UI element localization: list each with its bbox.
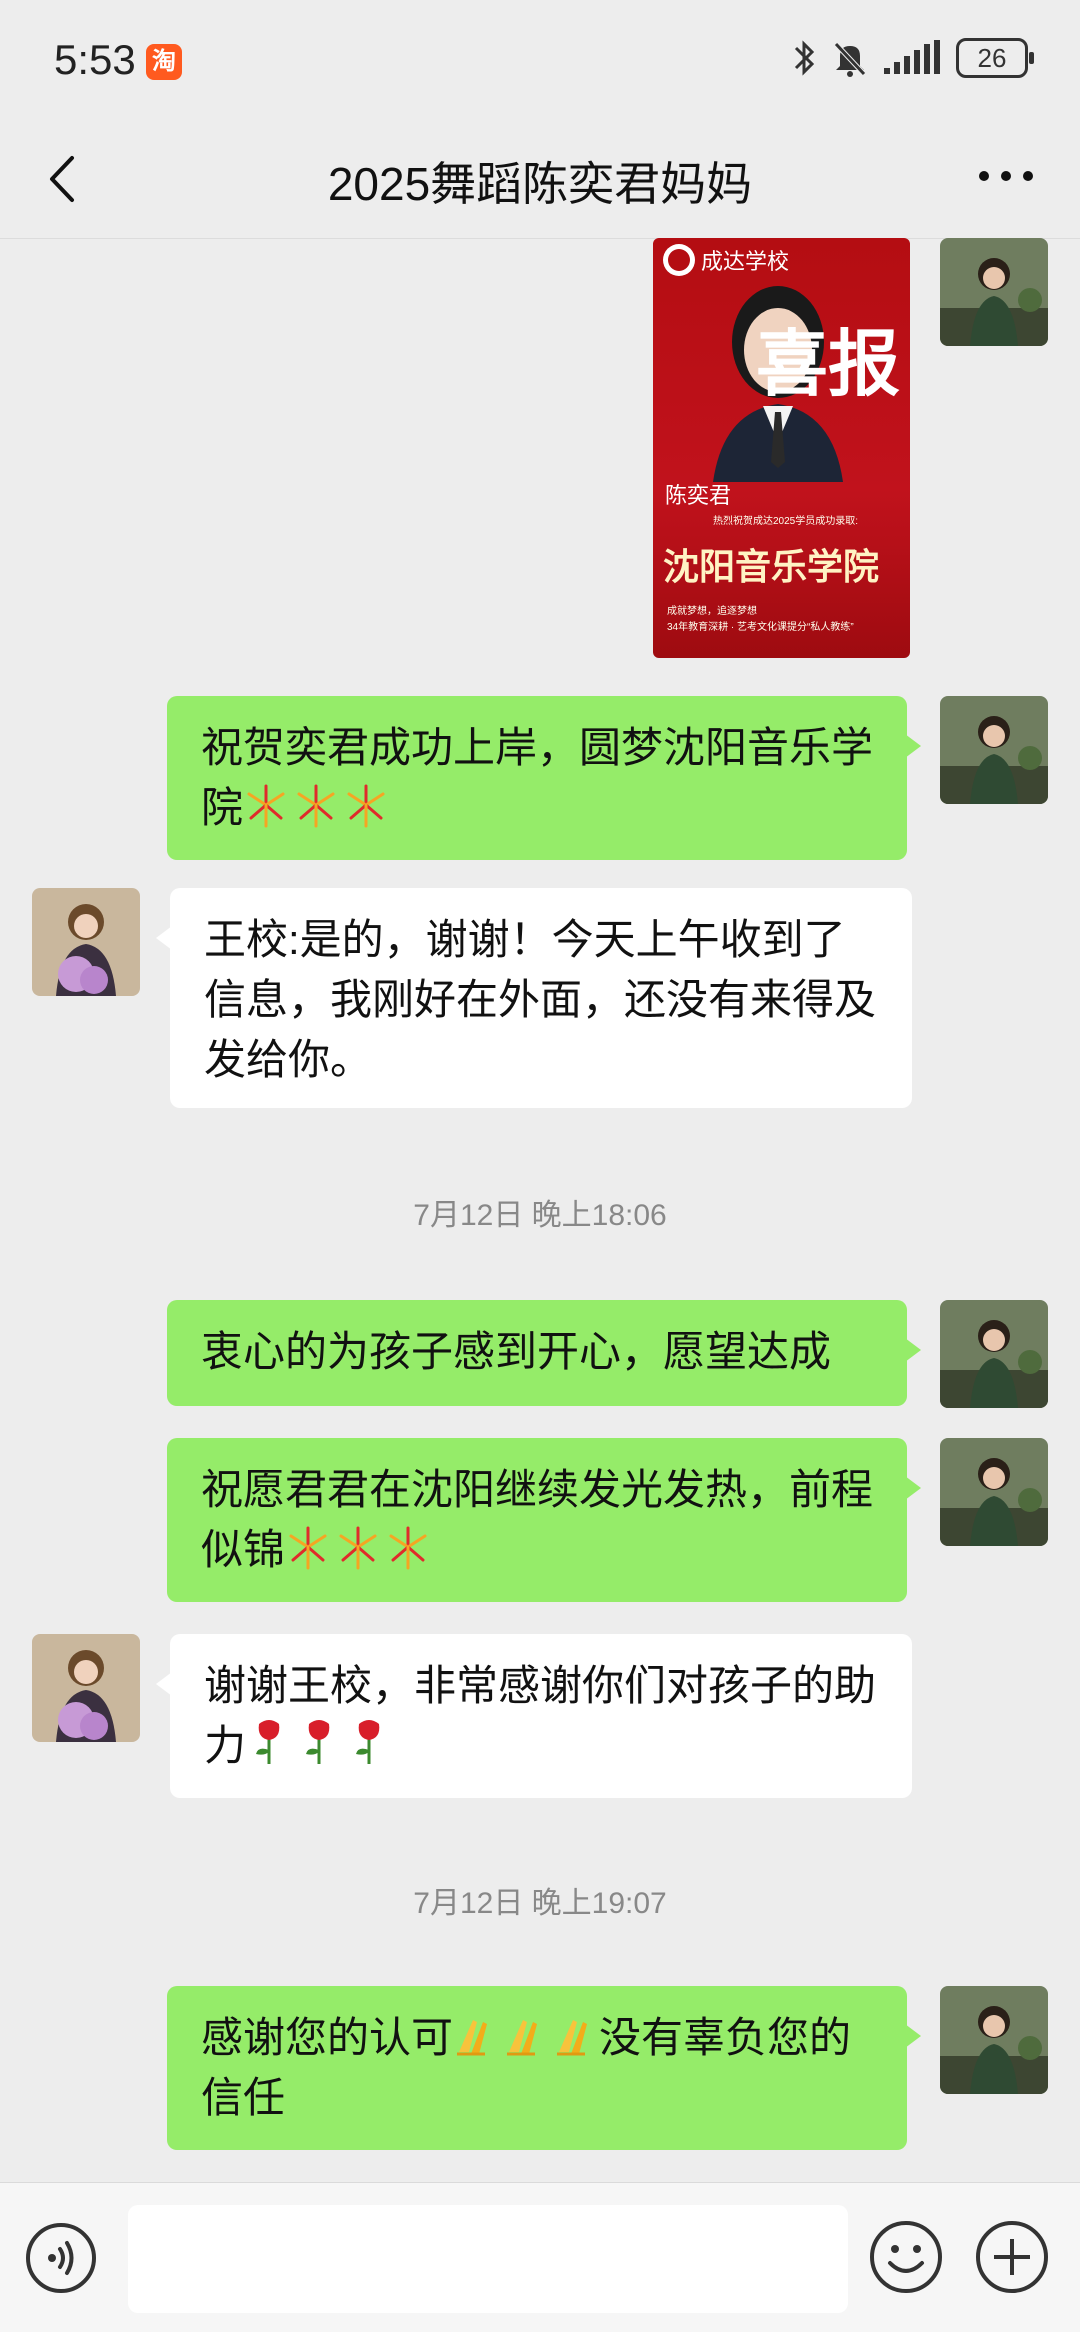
message-input[interactable] <box>128 2205 848 2313</box>
folded-hands-icon <box>507 2020 538 2056</box>
message-text: 王校:是的，谢谢！今天上午收到了信息，我刚好在外面，还没有来得及发给你。 <box>204 916 877 1083</box>
rose-emojis <box>246 1716 392 1766</box>
signal-icon <box>884 40 940 74</box>
plus-button-icon[interactable] <box>974 2219 1050 2295</box>
self-avatar[interactable] <box>940 696 1048 804</box>
voice-icon <box>48 2241 74 2275</box>
battery-indicator: 26 <box>956 38 1034 78</box>
firework-icon <box>389 1526 427 1570</box>
chat-header: 2025舞蹈陈奕君妈妈 <box>0 120 1080 239</box>
message-bubble-sent[interactable]: 衷心的为孩子感到开心，愿望达成 <box>167 1300 921 1406</box>
folded-hands-icon <box>557 2020 588 2056</box>
more-options-icon[interactable] <box>976 156 1036 196</box>
message-bubble-sent[interactable]: 祝贺奕君成功上岸，圆梦沈阳音乐学院 <box>167 696 921 860</box>
emoji-button-icon[interactable] <box>868 2219 944 2295</box>
self-avatar[interactable] <box>940 1438 1048 1546</box>
self-avatar[interactable] <box>940 238 1048 346</box>
taobao-app-icon: 淘 <box>146 44 182 80</box>
poster-caption: 热烈祝贺成达2025学员成功录取: <box>713 516 859 527</box>
rose-icon <box>256 1720 280 1764</box>
poster-footer-2: 34年教育深耕 · 艺考文化课提分“私人教练” <box>667 622 854 633</box>
mute-bell-icon <box>834 42 866 77</box>
school-logo-icon <box>663 244 695 276</box>
poster-college: 沈阳音乐学院 <box>663 546 880 588</box>
message-bubble-received[interactable]: 王校:是的，谢谢！今天上午收到了信息，我刚好在外面，还没有来得及发给你。 <box>156 888 912 1108</box>
firework-icon <box>347 784 385 828</box>
self-avatar[interactable] <box>940 1300 1048 1408</box>
firework-icon <box>297 784 335 828</box>
contact-avatar[interactable] <box>32 888 140 996</box>
firework-icon <box>339 1526 377 1570</box>
rose-icon <box>356 1720 380 1764</box>
firework-icon <box>289 1526 327 1570</box>
message-list[interactable]: 成达学校 喜报 陈奕君 热烈祝贺成达2025学员成功录取: 沈阳音乐学院 成就梦… <box>0 238 1080 2182</box>
message-text-start: 感谢您的认可 <box>201 2014 454 2061</box>
chat-title: 2025舞蹈陈奕君妈妈 <box>327 158 753 210</box>
message-bubble-sent[interactable]: 感谢您的认可 没有辜负您的信任 <box>167 1986 921 2150</box>
status-icons: 26 <box>790 38 1034 78</box>
poster-image-message[interactable]: 成达学校 喜报 陈奕君 热烈祝贺成达2025学员成功录取: 沈阳音乐学院 成就梦… <box>653 238 910 658</box>
firework-icon <box>247 784 285 828</box>
timestamp: 7月12日 晚上18:06 <box>413 1199 667 1232</box>
message-bubble-sent[interactable]: 祝愿君君在沈阳继续发光发热，前程似锦 <box>167 1438 921 1602</box>
status-bar: 5:53 淘 26 <box>0 0 1080 120</box>
rose-icon <box>306 1720 330 1764</box>
message-bubble-received[interactable]: 谢谢王校，非常感谢你们对孩子的助力 <box>156 1634 912 1798</box>
voice-input-button[interactable] <box>26 2223 96 2293</box>
self-avatar[interactable] <box>940 1986 1048 2094</box>
poster-student-name: 陈奕君 <box>665 483 732 508</box>
timestamp: 7月12日 晚上19:07 <box>413 1887 667 1920</box>
firework-emojis <box>243 782 389 828</box>
input-bar <box>0 2182 1080 2332</box>
folded-hands-icon <box>457 2020 488 2056</box>
clock: 5:53 <box>54 36 136 83</box>
poster-headline: 喜报 <box>755 321 900 406</box>
bluetooth-icon <box>794 40 815 76</box>
contact-avatar[interactable] <box>32 1634 140 1742</box>
firework-emojis <box>285 1524 431 1570</box>
message-text: 衷心的为孩子感到开心，愿望达成 <box>201 1328 832 1375</box>
poster-footer-1: 成就梦想，追逐梦想 <box>667 606 757 617</box>
clap-emojis <box>453 2012 599 2058</box>
